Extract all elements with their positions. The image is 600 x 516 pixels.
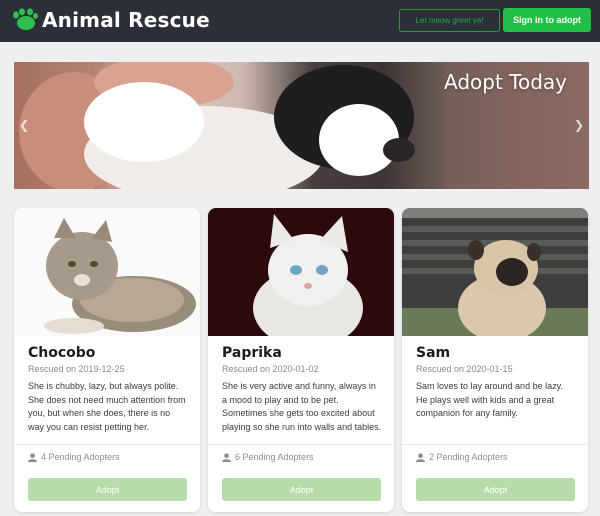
- hero-title: Adopt Today: [444, 70, 567, 94]
- user-icon: [222, 452, 231, 462]
- divider: [402, 444, 588, 445]
- pet-description: Sam loves to lay around and be lazy. He …: [416, 381, 563, 418]
- divider: [208, 444, 394, 445]
- pending-adopters-label: 4 Pending Adopters: [41, 452, 120, 462]
- sign-in-button[interactable]: Sign in to adopt: [503, 8, 591, 32]
- pending-adopters-label: 6 Pending Adopters: [235, 452, 314, 462]
- pet-card-paprika: Paprika Rescued on 2020-01-02 She is ver…: [208, 208, 394, 512]
- pet-photo: [14, 208, 200, 336]
- divider: [14, 444, 200, 445]
- rescued-date: Rescued on 2019-12-25: [28, 364, 125, 374]
- pending-adopters: 4 Pending Adopters: [28, 452, 120, 462]
- user-icon: [28, 452, 37, 462]
- pet-photo: [208, 208, 394, 336]
- pet-card-chocobo: Chocobo Rescued on 2019-12-25 She is chu…: [14, 208, 200, 512]
- rescued-date: Rescued on 2020-01-15: [416, 364, 513, 374]
- rescued-date: Rescued on 2020-01-02: [222, 364, 319, 374]
- pet-name: Sam: [416, 345, 451, 361]
- pending-adopters: 6 Pending Adopters: [222, 452, 314, 462]
- adopt-button[interactable]: Adopt: [222, 478, 381, 501]
- chevron-left-icon[interactable]: ❮: [18, 117, 30, 133]
- adopt-button[interactable]: Adopt: [416, 478, 575, 501]
- pet-name: Chocobo: [28, 345, 96, 361]
- meow-greet-button[interactable]: Let meow greet ya!: [399, 9, 500, 32]
- pet-description: She is very active and funny, always in …: [222, 381, 382, 432]
- chevron-right-icon[interactable]: ❯: [573, 117, 585, 133]
- brand-title[interactable]: Animal Rescue: [42, 8, 210, 32]
- hero-carousel: Adopt Today ❮ ❯: [14, 62, 589, 189]
- pet-name: Paprika: [222, 345, 282, 361]
- top-navbar: Animal Rescue Let meow greet ya! Sign in…: [0, 0, 600, 42]
- adopt-button[interactable]: Adopt: [28, 478, 187, 501]
- user-icon: [416, 452, 425, 462]
- pending-adopters-label: 2 Pending Adopters: [429, 452, 508, 462]
- pet-card-sam: Sam Rescued on 2020-01-15 Sam loves to l…: [402, 208, 588, 512]
- paw-icon[interactable]: [10, 8, 38, 32]
- pending-adopters: 2 Pending Adopters: [416, 452, 508, 462]
- pet-description: She is chubby, lazy, but always polite. …: [28, 381, 186, 432]
- pet-photo: [402, 208, 588, 336]
